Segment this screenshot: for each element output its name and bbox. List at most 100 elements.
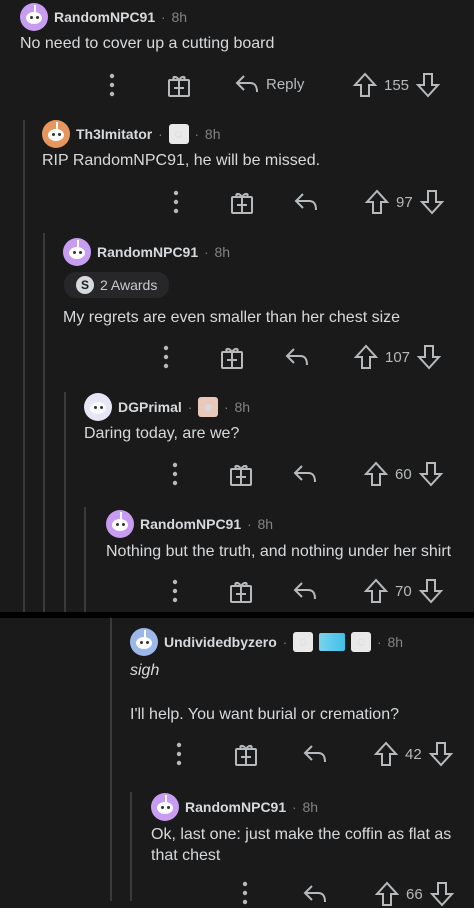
comment-body-line: I'll help. You want burial or cremation? (130, 706, 399, 723)
downvote-icon[interactable] (416, 343, 442, 371)
reply-button[interactable] (302, 882, 328, 906)
comment-body: My regrets are even smaller than her che… (63, 309, 401, 326)
separator-dot: · (187, 399, 193, 415)
username[interactable]: RandomNPC91 (54, 9, 155, 25)
comment-body-line: that chest (151, 847, 221, 864)
awards-pill[interactable]: S 2 Awards (64, 272, 170, 298)
downvote-icon[interactable] (418, 460, 444, 488)
username[interactable]: DGPrimal (118, 399, 182, 415)
downvote-icon[interactable] (429, 880, 455, 908)
avatar[interactable] (130, 628, 158, 656)
username[interactable]: RandomNPC91 (185, 799, 286, 815)
downvote-icon[interactable] (419, 188, 445, 216)
more-options-icon[interactable] (171, 578, 179, 604)
downvote-icon[interactable] (415, 71, 441, 99)
upvote-icon[interactable] (353, 343, 379, 371)
award-gift-icon[interactable] (228, 578, 254, 604)
more-options-icon[interactable] (162, 344, 170, 370)
reply-arrow-icon (293, 465, 316, 483)
avatar[interactable] (42, 120, 70, 148)
upvote-icon[interactable] (363, 577, 389, 605)
avatar[interactable] (20, 3, 48, 31)
awards-label: 2 Awards (100, 277, 158, 293)
award-icon: S (76, 276, 94, 294)
upvote-icon[interactable] (374, 880, 400, 908)
user-flair-icon: ☻ (198, 397, 219, 417)
separator-dot: · (204, 244, 209, 260)
separator-dot: · (282, 634, 288, 650)
comment-header: Th3Imitator · ☺ · 8h (42, 120, 221, 148)
comment-header: RandomNPC91 · 8h (20, 3, 187, 31)
separator-dot: · (194, 126, 199, 142)
reply-arrow-icon (303, 745, 326, 763)
thread-line (110, 618, 112, 901)
more-options-icon[interactable] (175, 741, 183, 767)
timestamp: 8h (214, 244, 231, 260)
more-options-icon[interactable] (172, 189, 180, 215)
user-flair-icon: ☺ (168, 124, 189, 144)
timestamp: 8h (204, 126, 221, 142)
reply-arrow-icon (235, 75, 258, 93)
reply-arrow-icon (285, 348, 308, 366)
reply-label: Reply (266, 75, 305, 93)
username[interactable]: Undividedbyzero (164, 634, 277, 650)
upvote-icon[interactable] (363, 460, 389, 488)
username[interactable]: RandomNPC91 (140, 516, 241, 532)
reply-button[interactable] (302, 742, 328, 766)
reply-button[interactable] (293, 190, 319, 214)
award-gift-icon[interactable] (228, 461, 254, 487)
avatar[interactable] (106, 510, 134, 538)
more-options-icon[interactable] (171, 461, 179, 487)
vote-controls: 70 (363, 577, 444, 605)
avatar[interactable] (63, 238, 91, 266)
comment-header: RandomNPC91 · 8h (63, 238, 230, 266)
downvote-icon[interactable] (428, 740, 454, 768)
upvote-icon[interactable] (352, 71, 378, 99)
reply-button[interactable] (284, 345, 310, 369)
thread-line (84, 507, 86, 612)
upvote-icon[interactable] (373, 740, 399, 768)
more-options-icon[interactable] (241, 880, 249, 906)
username[interactable]: Th3Imitator (76, 126, 152, 142)
downvote-icon[interactable] (418, 577, 444, 605)
reply-button[interactable] (292, 579, 318, 603)
vote-controls: 107 (353, 343, 442, 371)
vote-count: 60 (395, 465, 412, 483)
comment-header: DGPrimal · ☻ · 8h (84, 393, 250, 421)
comment-header: Undividedbyzero · ☺ ☺ · 8h (130, 628, 403, 656)
vote-count: 155 (384, 76, 410, 94)
vote-count: 66 (406, 885, 423, 903)
reply-arrow-icon (293, 582, 316, 600)
vote-controls: 155 (352, 71, 441, 99)
award-gift-icon[interactable] (166, 72, 192, 98)
vote-controls: 66 (374, 880, 455, 908)
comment-body-line: sigh (130, 662, 160, 679)
thread-line (43, 233, 45, 612)
user-flair-icon: ☺ (351, 632, 372, 652)
award-gift-icon[interactable] (229, 189, 255, 215)
reply-button[interactable]: Reply (234, 72, 304, 96)
username[interactable]: RandomNPC91 (97, 244, 198, 260)
comment-body: Nothing but the truth, and nothing under… (106, 543, 452, 560)
thread-line (23, 120, 25, 612)
timestamp: 8h (171, 9, 188, 25)
separator-dot: · (161, 9, 166, 25)
award-gift-icon[interactable] (219, 344, 245, 370)
timestamp: 8h (387, 634, 404, 650)
thread-line (130, 792, 132, 901)
upvote-icon[interactable] (364, 188, 390, 216)
separator-dot: · (247, 516, 252, 532)
avatar[interactable] (151, 793, 179, 821)
comment-body: Daring today, are we? (84, 425, 240, 442)
timestamp: 8h (234, 399, 251, 415)
award-gift-icon[interactable] (233, 741, 259, 767)
avatar[interactable] (84, 393, 112, 421)
vote-controls: 42 (373, 740, 454, 768)
vote-count: 97 (396, 193, 413, 211)
more-options-icon[interactable] (108, 72, 116, 98)
separator-dot: · (158, 126, 163, 142)
vote-controls: 60 (363, 460, 444, 488)
reply-button[interactable] (292, 462, 318, 486)
vote-count: 42 (405, 745, 422, 763)
thread-line (64, 392, 66, 612)
